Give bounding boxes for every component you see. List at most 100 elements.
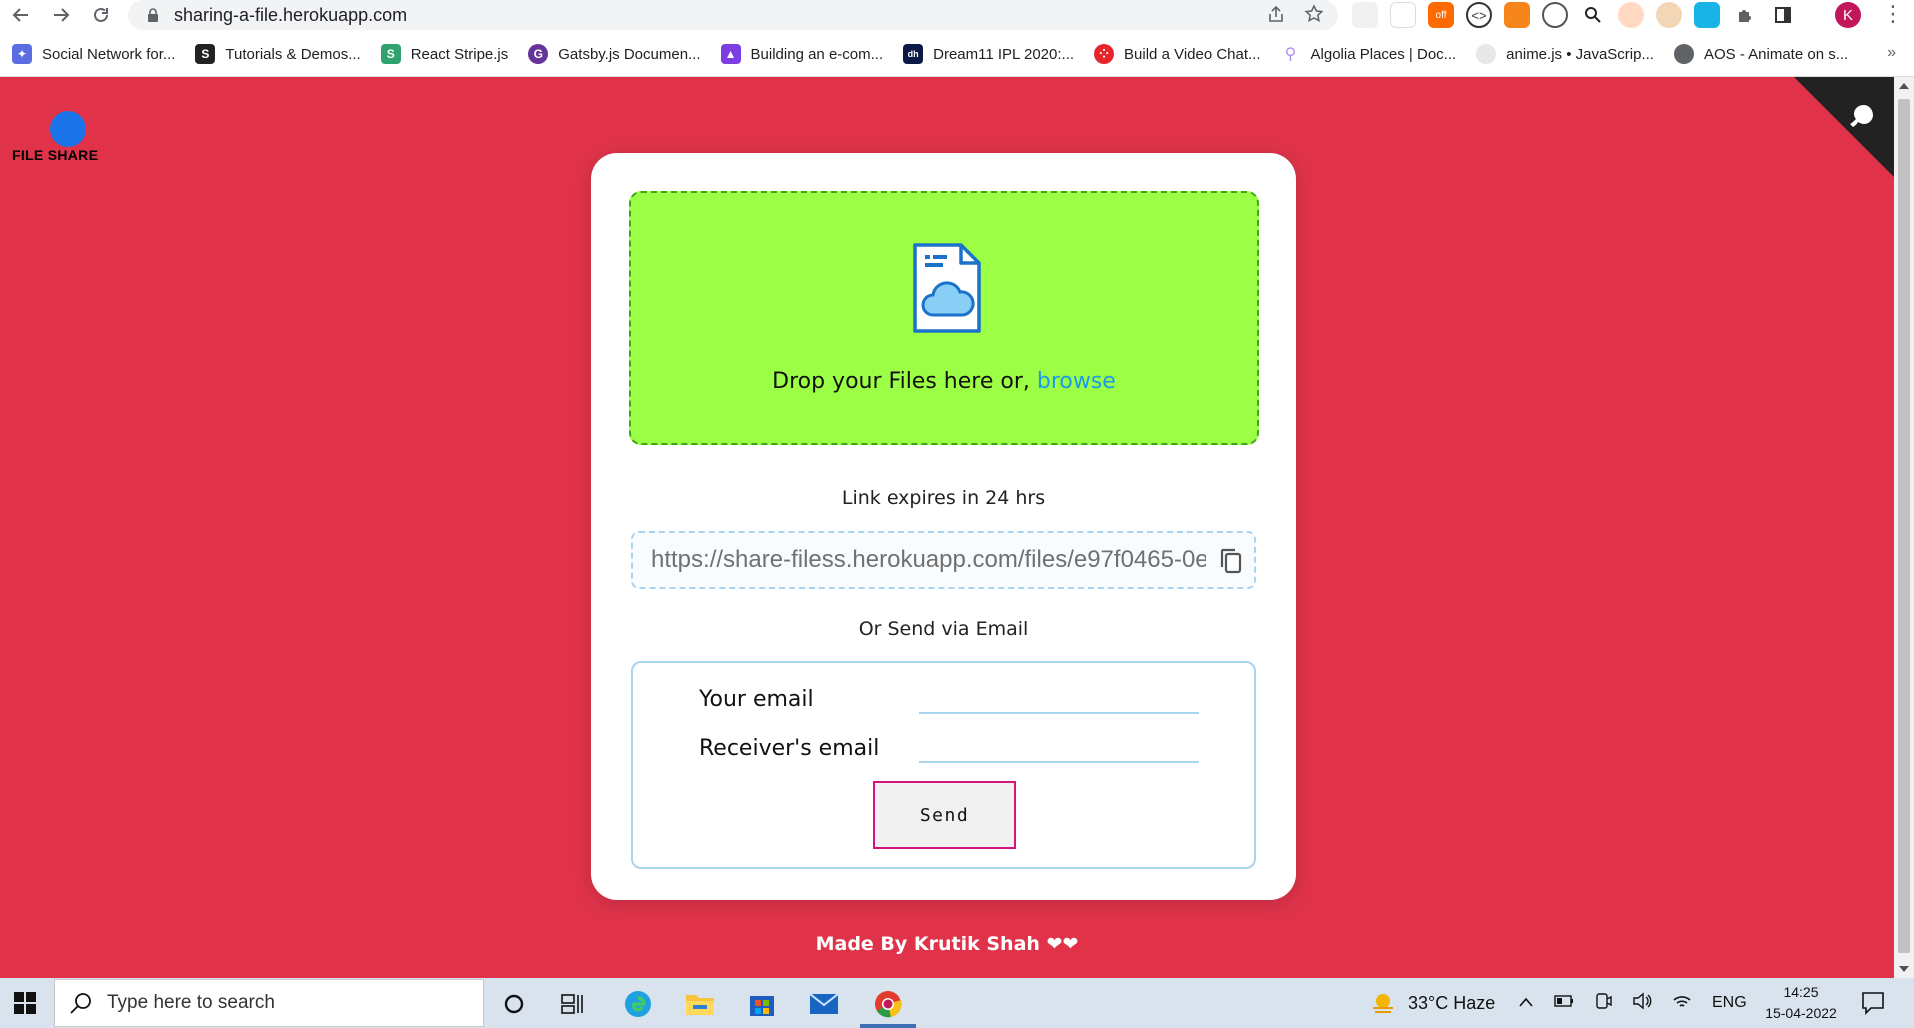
bookmark-label: Social Network for... — [42, 45, 176, 63]
address-bar[interactable]: sharing-a-file.herokuapp.com — [128, 0, 1338, 30]
profile-avatar[interactable]: K — [1835, 2, 1861, 28]
share-link-box[interactable]: https://share-filess.herokuapp.com/files… — [631, 531, 1256, 589]
dh-icon: dh — [903, 44, 924, 64]
edge-browser-icon[interactable] — [618, 984, 658, 1024]
scroll-up-arrow-icon[interactable] — [1899, 83, 1909, 89]
logo-circle-icon — [50, 111, 86, 147]
bookmark-item[interactable]: S React Stripe.js — [380, 44, 508, 64]
reload-icon[interactable] — [88, 2, 114, 28]
battery-icon[interactable] — [1554, 994, 1574, 1012]
search-icon — [70, 993, 91, 1014]
your-email-row: Your email — [699, 681, 1199, 721]
haze-sun-icon — [1373, 994, 1393, 1013]
tutorials-icon: S — [195, 44, 216, 64]
cloud-file-icon — [913, 243, 981, 333]
extension-code-icon[interactable]: <> — [1466, 2, 1492, 28]
bookmark-item[interactable]: ✦ Social Network for... — [12, 44, 175, 64]
windows-start-icon[interactable] — [0, 978, 50, 1028]
bookmark-label: anime.js • JavaScrip... — [1506, 45, 1654, 63]
send-via-email-text: Or Send via Email — [858, 618, 1029, 640]
drop-zone[interactable]: Drop your Files here or, browse — [629, 191, 1259, 445]
clock-date: 15-04-2022 — [1765, 1005, 1837, 1021]
cortana-icon[interactable] — [494, 984, 534, 1024]
share-icon[interactable] — [1266, 4, 1286, 30]
logo[interactable]: FILE SHARE — [12, 111, 130, 167]
page-body: FILE SHARE Drop your Files here or, brow… — [0, 77, 1894, 978]
file-explorer-icon[interactable] — [680, 984, 720, 1024]
bookmark-item[interactable]: anime.js • JavaScrip... — [1476, 44, 1654, 64]
receiver-email-row: Receiver's email — [699, 730, 1199, 770]
browse-link[interactable]: browse — [1037, 369, 1116, 394]
page-scrollbar[interactable] — [1894, 77, 1914, 978]
bookmark-item[interactable]: ⁘ Build a Video Chat... — [1094, 44, 1261, 64]
notification-icon[interactable] — [1860, 990, 1886, 1016]
bookmark-label: Building an e-com... — [750, 45, 884, 63]
clock-time: 14:25 — [1783, 984, 1819, 1000]
rocket-icon: ▲ — [720, 44, 741, 64]
bookmark-item[interactable]: dh Dream11 IPL 2020:... — [903, 44, 1074, 64]
metamask-fox-icon[interactable] — [1504, 2, 1530, 28]
task-view-icon[interactable] — [552, 984, 592, 1024]
extension-off-icon[interactable]: off — [1428, 2, 1454, 28]
taskbar-search-box[interactable]: Type here to search — [54, 979, 484, 1027]
mail-icon[interactable] — [804, 984, 844, 1024]
your-email-label: Your email — [699, 687, 814, 712]
receiver-email-field[interactable] — [919, 760, 1199, 763]
copy-icon[interactable] — [1218, 547, 1244, 575]
network-icon: ✦ — [12, 44, 32, 64]
bookmark-item[interactable]: G Gatsby.js Documen... — [528, 44, 701, 64]
bookmarks-bar: ✦ Social Network for... S Tutorials & De… — [0, 38, 1914, 70]
extension-capsule-icon[interactable] — [1618, 2, 1644, 28]
bookmark-label: AOS - Animate on s... — [1703, 45, 1849, 63]
link-expiry-text: Link expires in 24 hrs — [841, 487, 1046, 509]
gatsby-icon: G — [528, 44, 549, 64]
github-corner-icon[interactable] — [1794, 77, 1894, 177]
extension-camera-icon[interactable] — [1694, 2, 1720, 28]
chrome-icon[interactable] — [868, 984, 908, 1024]
bookmarks-overflow-icon[interactable]: » — [1887, 44, 1896, 62]
back-arrow-icon[interactable] — [8, 2, 34, 28]
language-indicator[interactable]: ENG — [1712, 994, 1747, 1012]
share-link-input[interactable]: https://share-filess.herokuapp.com/files… — [651, 546, 1206, 574]
globe-icon — [1673, 44, 1694, 64]
extension-refresh-icon[interactable] — [1542, 2, 1568, 28]
bookmark-item[interactable]: ⚲ Algolia Places | Doc... — [1281, 44, 1457, 64]
scrollbar-thumb[interactable] — [1898, 99, 1910, 953]
bookmark-label: Gatsby.js Documen... — [558, 45, 701, 63]
system-tray: ENG — [1518, 978, 1747, 1028]
send-button[interactable]: Send — [873, 781, 1016, 849]
extension-magnifier-icon[interactable] — [1580, 2, 1606, 28]
extension-clock-icon[interactable] — [1390, 2, 1416, 28]
speaker-icon[interactable] — [1632, 992, 1652, 1015]
extension-avatar-icon[interactable] — [1656, 2, 1682, 28]
receiver-email-label: Receiver's email — [699, 736, 880, 761]
taskbar-clock[interactable]: 14:25 15-04-2022 — [1764, 982, 1838, 1024]
weather-widget[interactable]: 33°C Haze — [1370, 978, 1495, 1028]
weather-text: 33°C Haze — [1408, 992, 1496, 1013]
url-text: sharing-a-file.herokuapp.com — [174, 4, 408, 25]
search-placeholder: Type here to search — [107, 992, 275, 1013]
bookmark-star-icon[interactable] — [1304, 4, 1324, 30]
tray-chevron-up-icon[interactable] — [1518, 994, 1534, 1012]
pin-icon: ⚲ — [1284, 46, 1297, 63]
email-form: Your email Receiver's email Send — [631, 661, 1256, 869]
wifi-icon[interactable] — [1672, 992, 1692, 1015]
more-menu-icon[interactable]: ⋮ — [1880, 2, 1906, 28]
side-panel-icon[interactable] — [1770, 2, 1796, 28]
stripe-icon: S — [380, 44, 401, 64]
bookmark-label: Tutorials & Demos... — [225, 45, 361, 63]
bookmark-item[interactable]: AOS - Animate on s... — [1673, 44, 1849, 64]
bookmark-item[interactable]: S Tutorials & Demos... — [195, 44, 361, 64]
active-app-indicator — [860, 1024, 916, 1028]
scroll-down-arrow-icon[interactable] — [1899, 966, 1909, 972]
forward-arrow-icon[interactable] — [48, 2, 74, 28]
microsoft-store-icon[interactable] — [742, 984, 782, 1024]
anime-icon — [1476, 44, 1497, 64]
extensions-puzzle-icon[interactable] — [1732, 2, 1758, 28]
your-email-field[interactable] — [919, 711, 1199, 714]
bookmark-label: Algolia Places | Doc... — [1310, 45, 1457, 63]
windows-taskbar: Type here to search 33°C Haze ENG 14:25 … — [0, 978, 1914, 1028]
meet-now-icon[interactable] — [1594, 992, 1612, 1015]
extension-blank-icon[interactable] — [1352, 2, 1378, 28]
bookmark-item[interactable]: ▲ Building an e-com... — [720, 44, 884, 64]
